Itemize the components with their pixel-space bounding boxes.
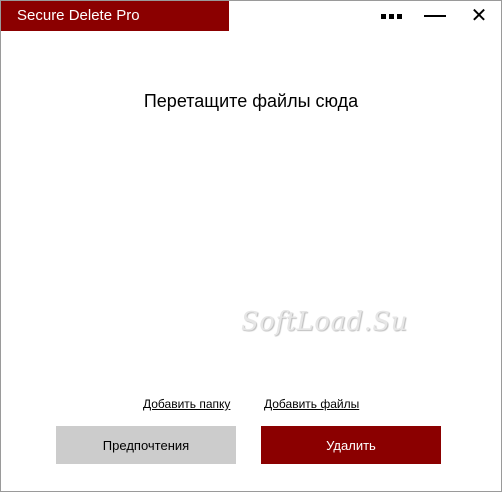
- window-title: Secure Delete Pro: [1, 1, 229, 31]
- add-files-link[interactable]: Добавить файлы: [264, 397, 359, 411]
- app-window: Secure Delete Pro ✕ Перетащите файлы сюд…: [0, 0, 502, 492]
- close-icon: ✕: [470, 5, 488, 27]
- drop-zone-text: Перетащите файлы сюда: [143, 91, 359, 111]
- menu-button[interactable]: [369, 1, 413, 31]
- delete-button[interactable]: Удалить: [261, 426, 441, 464]
- preferences-button[interactable]: Предпочтения: [56, 426, 236, 464]
- minimize-icon: [424, 15, 446, 17]
- window-controls: ✕: [369, 1, 501, 31]
- close-button[interactable]: ✕: [457, 1, 501, 31]
- dots-menu-icon: [380, 13, 402, 19]
- minimize-button[interactable]: [413, 1, 457, 31]
- add-folder-link[interactable]: Добавить папку: [143, 397, 230, 411]
- watermark: SoftLoad.Su: [241, 307, 408, 337]
